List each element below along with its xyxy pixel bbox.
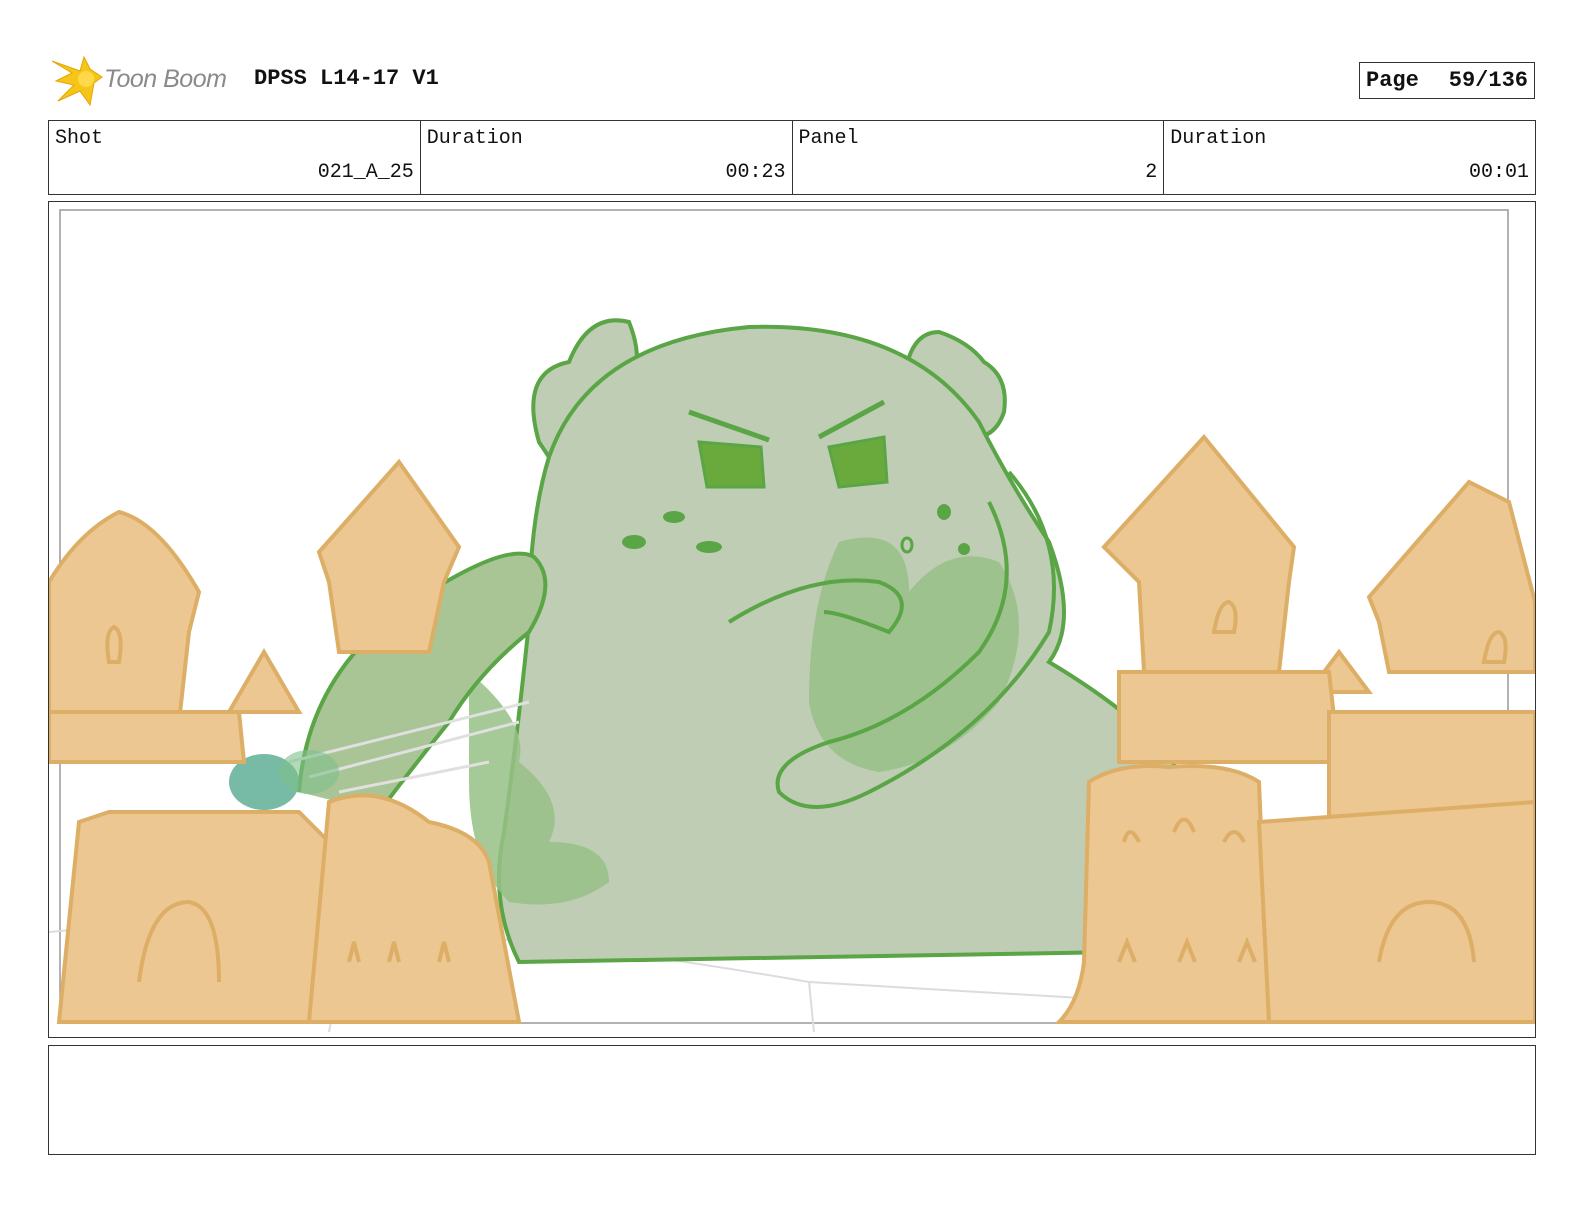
panel-duration-value: 00:01 xyxy=(1468,161,1529,184)
panel-cell: Panel 2 xyxy=(793,121,1165,194)
storyboard-panel xyxy=(48,201,1536,1038)
shot-duration-value: 00:23 xyxy=(725,161,786,184)
project-title: DPSS L14-17 V1 xyxy=(254,66,439,91)
panel-duration-label: Duration xyxy=(1170,127,1267,150)
shot-info-table: Shot 021_A_25 Duration 00:23 Panel 2 Dur… xyxy=(48,120,1536,195)
shot-label: Shot xyxy=(55,127,104,150)
page-indicator: Page 59/136 xyxy=(1359,62,1535,99)
sandcastle-right xyxy=(1054,433,1535,1024)
logo-text: Toon Boom xyxy=(104,65,227,93)
page-label: Page xyxy=(1366,68,1419,93)
panel-sketch xyxy=(49,209,1535,1033)
toon-boom-star-icon xyxy=(51,55,103,107)
shot-duration-cell: Duration 00:23 xyxy=(421,121,793,194)
shot-duration-label: Duration xyxy=(426,127,523,150)
toon-boom-logo: Toon Boom xyxy=(50,55,240,107)
shot-value: 021_A_25 xyxy=(317,161,414,184)
shot-cell: Shot 021_A_25 xyxy=(49,121,421,194)
panel-value: 2 xyxy=(1145,161,1158,184)
panel-duration-cell: Duration 00:01 xyxy=(1164,121,1535,194)
panel-notes-box xyxy=(48,1045,1536,1155)
panel-label: Panel xyxy=(798,127,859,150)
page-number: 59/136 xyxy=(1448,68,1528,93)
